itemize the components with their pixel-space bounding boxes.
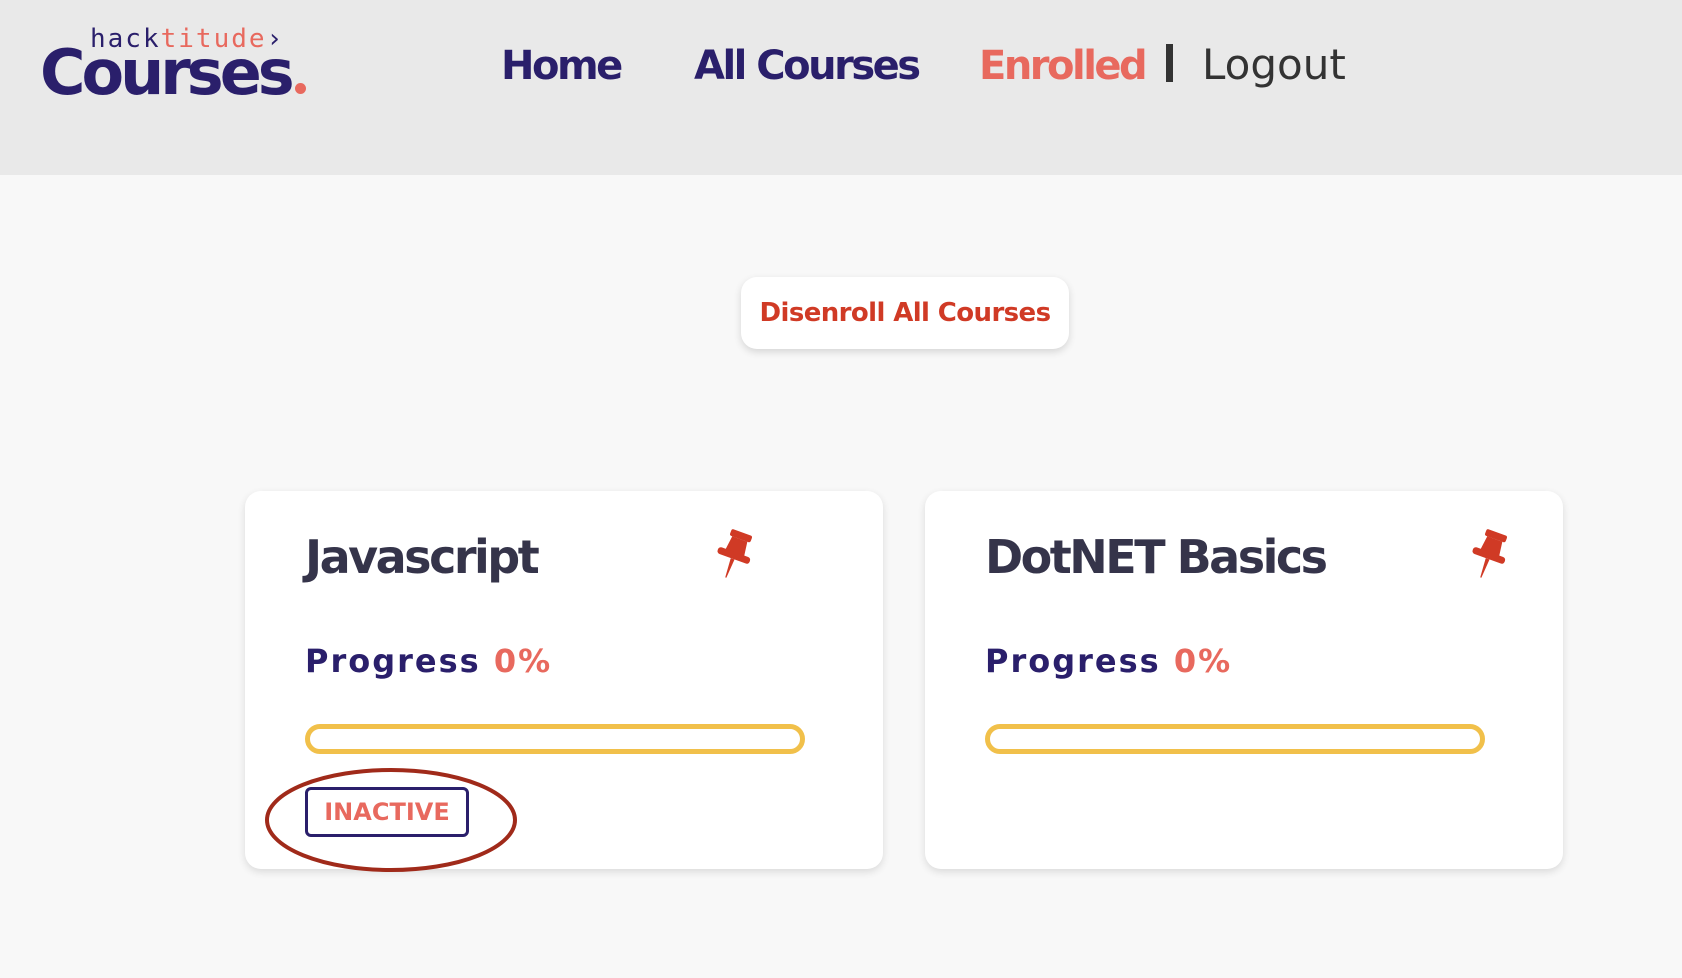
nav-separator (1166, 44, 1173, 82)
pushpin-icon[interactable] (1465, 527, 1513, 583)
progress-bar (305, 724, 805, 754)
brand-logo[interactable]: hacktitude› Courses (40, 24, 320, 108)
course-title: DotNET Basics (985, 530, 1328, 584)
logo-wordmark-text: Courses (40, 36, 295, 109)
progress-label: Progress 0% (985, 641, 1232, 681)
navbar: hacktitude› Courses Home All Courses Enr… (0, 0, 1682, 175)
progress-word: Progress (305, 642, 481, 680)
pushpin-icon[interactable] (710, 527, 758, 583)
disenroll-all-button[interactable]: Disenroll All Courses (741, 277, 1069, 349)
progress-label: Progress 0% (305, 641, 552, 681)
course-title: Javascript (305, 530, 540, 584)
logo-dot-icon (294, 83, 306, 94)
status-badge: INACTIVE (305, 787, 469, 837)
logo-wordmark: Courses (40, 38, 306, 108)
progress-percent: 0% (493, 642, 553, 680)
nav-link-logout[interactable]: Logout (1202, 40, 1346, 90)
progress-word: Progress (985, 642, 1161, 680)
nav-link-home[interactable]: Home (501, 42, 623, 90)
nav-link-all-courses[interactable]: All Courses (694, 42, 921, 90)
course-card: Javascript Progress 0% INACTIVE (245, 491, 883, 869)
progress-percent: 0% (1173, 642, 1233, 680)
nav-link-enrolled[interactable]: Enrolled (979, 42, 1148, 90)
course-card: DotNET Basics Progress 0% (925, 491, 1563, 869)
progress-bar (985, 724, 1485, 754)
